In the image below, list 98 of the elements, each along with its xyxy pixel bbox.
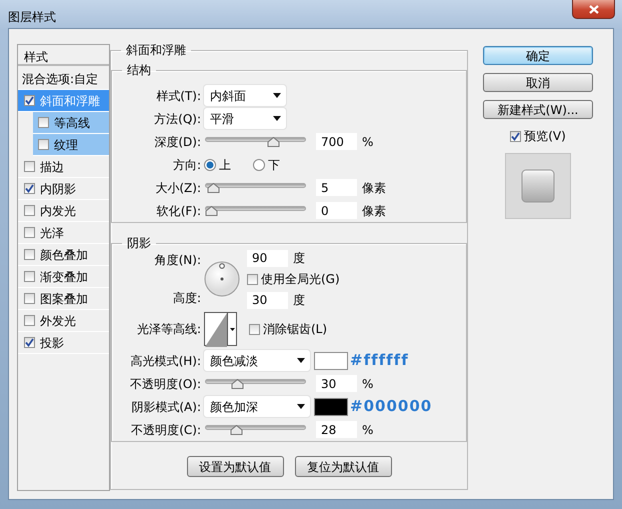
number-field[interactable]: 0 bbox=[316, 202, 357, 219]
checkbox[interactable] bbox=[38, 139, 49, 150]
dialog-button[interactable]: 取消 bbox=[483, 73, 593, 92]
dropdown-value: 颜色加深 bbox=[210, 398, 258, 416]
style-preview-icon bbox=[520, 168, 556, 204]
dropdown-value: 内斜面 bbox=[210, 88, 246, 104]
number-field[interactable]: 700 bbox=[316, 133, 357, 150]
sidebar-item[interactable]: 投影 bbox=[18, 332, 109, 354]
group-title: 结构 bbox=[126, 64, 152, 76]
unit-label: % bbox=[362, 422, 374, 438]
checkbox[interactable] bbox=[24, 249, 35, 260]
group-title: 斜面和浮雕 bbox=[125, 44, 187, 56]
number-field[interactable]: 30 bbox=[247, 292, 288, 308]
close-button[interactable] bbox=[572, 0, 615, 19]
dropdown[interactable]: 颜色加深 bbox=[204, 396, 310, 417]
sidebar-item[interactable]: 纹理 bbox=[33, 134, 109, 156]
number-field[interactable]: 30 bbox=[316, 375, 357, 392]
dialog-button[interactable]: 确定 bbox=[483, 46, 593, 65]
unit-label: 像素 bbox=[362, 180, 386, 196]
unit-label: % bbox=[362, 134, 374, 150]
field-label: 高度: bbox=[172, 290, 202, 307]
list-header: 样式 bbox=[18, 45, 109, 66]
field-label: 样式(T): bbox=[155, 88, 202, 104]
group-title: 阴影 bbox=[126, 237, 152, 249]
unit-label: % bbox=[362, 376, 374, 392]
sidebar-item[interactable]: 渐变叠加 bbox=[18, 266, 109, 288]
sidebar-item[interactable]: 内发光 bbox=[18, 200, 109, 222]
sidebar-item[interactable]: 描边 bbox=[18, 156, 109, 178]
checkbox[interactable] bbox=[510, 130, 522, 142]
number-field[interactable]: 90 bbox=[247, 250, 288, 266]
field-label: 深度(D): bbox=[153, 134, 202, 150]
dropdown[interactable]: 平滑 bbox=[204, 108, 286, 129]
radio-button[interactable] bbox=[204, 158, 216, 170]
color-swatch[interactable] bbox=[314, 398, 348, 416]
caret-icon bbox=[273, 116, 281, 121]
number-field[interactable]: 28 bbox=[316, 421, 357, 438]
checkbox-option[interactable]: 预览(V) bbox=[510, 127, 566, 145]
caret-icon bbox=[297, 404, 305, 409]
field-label: 不透明度(C): bbox=[130, 422, 202, 438]
checkbox[interactable] bbox=[24, 95, 35, 106]
radio-option[interactable]: 上 bbox=[204, 156, 231, 174]
contour-graph-icon bbox=[205, 313, 227, 347]
checkbox[interactable] bbox=[24, 183, 35, 194]
caret-icon bbox=[230, 328, 234, 330]
sidebar-item[interactable]: 外发光 bbox=[18, 310, 109, 332]
dropdown-value: 平滑 bbox=[210, 110, 234, 128]
push-button[interactable]: 复位为默认值 bbox=[294, 456, 392, 477]
field-label: 高光模式(H): bbox=[130, 352, 202, 370]
color-code: #000000 bbox=[350, 396, 432, 418]
sidebar-item[interactable]: 等高线 bbox=[33, 112, 109, 134]
field-label: 方向: bbox=[172, 156, 202, 174]
checkbox[interactable] bbox=[24, 205, 35, 216]
radio-button[interactable] bbox=[253, 158, 265, 170]
dropdown[interactable]: 颜色减淡 bbox=[204, 350, 310, 371]
field-label: 角度(N): bbox=[154, 252, 202, 269]
field-label: 不透明度(O): bbox=[129, 376, 202, 392]
color-code: #ffffff bbox=[350, 350, 409, 372]
window-title: 图层样式 bbox=[8, 9, 56, 26]
caret-icon bbox=[273, 93, 281, 98]
radio-option[interactable]: 下 bbox=[253, 156, 280, 174]
unit-label: 像素 bbox=[362, 202, 386, 220]
slider[interactable] bbox=[205, 378, 306, 390]
checkbox[interactable] bbox=[24, 161, 35, 172]
checkbox[interactable] bbox=[24, 293, 35, 304]
checkbox[interactable] bbox=[24, 315, 35, 326]
sidebar-item[interactable]: 颜色叠加 bbox=[18, 244, 109, 266]
angle-dial[interactable] bbox=[204, 261, 240, 297]
unit-label: 度 bbox=[293, 250, 305, 267]
checkbox[interactable] bbox=[24, 271, 35, 282]
push-button[interactable]: 设置为默认值 bbox=[186, 456, 284, 477]
field-label: 光泽等高线: bbox=[136, 321, 202, 338]
sidebar-item[interactable]: 图案叠加 bbox=[18, 288, 109, 310]
contour-picker[interactable] bbox=[204, 312, 237, 346]
checkbox-option[interactable]: 消除锯齿(L) bbox=[249, 320, 328, 338]
close-icon bbox=[588, 4, 598, 14]
slider[interactable] bbox=[205, 204, 306, 216]
field-label: 阴影模式(A): bbox=[130, 398, 202, 416]
slider[interactable] bbox=[205, 182, 306, 194]
slider[interactable] bbox=[205, 424, 306, 436]
dropdown[interactable]: 内斜面 bbox=[204, 85, 286, 106]
number-field[interactable]: 5 bbox=[316, 179, 357, 196]
color-swatch[interactable] bbox=[314, 352, 348, 370]
field-label: 大小(Z): bbox=[154, 180, 202, 196]
checkbox[interactable] bbox=[24, 227, 35, 238]
sidebar-item[interactable]: 内阴影 bbox=[18, 178, 109, 200]
unit-label: 度 bbox=[293, 292, 305, 309]
checkbox-option[interactable]: 使用全局光(G) bbox=[247, 270, 340, 288]
checkbox[interactable] bbox=[38, 117, 49, 128]
dropdown-value: 颜色减淡 bbox=[210, 352, 258, 370]
sidebar-item[interactable]: 光泽 bbox=[18, 222, 109, 244]
slider[interactable] bbox=[205, 136, 306, 148]
dialog-button[interactable]: 新建样式(W)... bbox=[483, 100, 593, 119]
checkbox[interactable] bbox=[247, 274, 258, 284]
field-label: 方法(Q): bbox=[153, 110, 202, 128]
checkbox[interactable] bbox=[24, 337, 35, 348]
checkbox[interactable] bbox=[249, 324, 260, 334]
field-label: 软化(F): bbox=[156, 202, 202, 220]
caret-icon bbox=[297, 358, 305, 363]
